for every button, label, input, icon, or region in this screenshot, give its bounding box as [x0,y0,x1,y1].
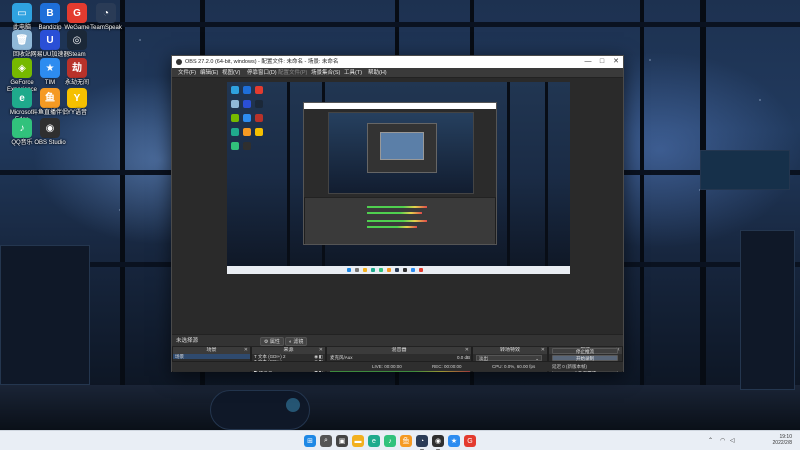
menu-item[interactable]: 编辑(E) [200,68,218,78]
geforce-icon: ◈ [12,58,32,78]
control-button[interactable]: 停止推流 [552,348,618,354]
menu-item[interactable]: 停靠窗口(D) [247,68,277,78]
clock[interactable]: 19:10 2022/2/8 [773,434,792,446]
desktop-shortcut-label: OBS Studio [34,140,66,146]
close-icon[interactable]: ✕ [244,347,248,354]
obs-icon: ◉ [40,118,60,138]
search-icon[interactable]: ⌕ [320,435,332,447]
wegame-icon[interactable]: G [464,435,476,447]
steam-icon: ◎ [67,30,87,50]
desktop-shortcut[interactable]: 劫永劫无间 [57,58,97,87]
dropped-frames: 延迟 0 (新版本帧) [552,364,587,369]
menu-item[interactable]: 工具(T) [344,68,362,78]
windows-start-icon[interactable]: ⊞ [304,435,316,447]
cpu-fps: CPU: 0.0%, 60.00 fps [492,364,536,369]
scenes-dock-title: 场景 [206,347,217,353]
menu-item[interactable]: 帮助(H) [368,68,387,78]
qqmusic-icon: ♪ [12,118,32,138]
naraka-icon: 劫 [67,58,87,78]
recycle-bin-icon: 🗑 [12,30,32,50]
clock-date: 2022/2/8 [772,440,792,446]
desktop-shortcut[interactable]: ◎ Steam [57,30,97,59]
teamspeak-icon[interactable]: ◔ [416,435,428,450]
close-icon[interactable]: ✕ [541,347,545,354]
network-icon[interactable]: ◠ [720,437,725,444]
preview-canvas[interactable] [227,82,570,274]
desktop-shortcut-label: 永劫无间 [64,80,89,86]
menu-item[interactable]: 配置文件(P) [278,68,307,78]
mixer-dock-title: 混音器 [391,347,407,353]
rec-timer: REC: 00:00:00 [432,364,462,369]
obs-icon [176,59,182,65]
no-source-selected-label: 未选择源 [176,338,199,344]
computer-icon: ▭ [12,3,32,23]
scene-list[interactable]: 场景 [173,354,250,359]
file-explorer-icon[interactable]: ▬ [352,435,364,447]
douyu-icon[interactable]: 鱼 [400,435,412,447]
live-timer: LIVE: 00:00:00 [372,364,402,369]
obs-window[interactable]: OBS 27.2.0 (64-bit, windows) - 配置文件: 未命名… [171,55,624,372]
yy-icon: Y [67,88,87,108]
desktop-shortcut[interactable]: ◉ OBS Studio [30,118,70,147]
qqmusic-icon[interactable]: ♪ [384,435,396,447]
close-icon[interactable]: ✕ [319,347,323,354]
status-bar: LIVE: 00:00:00 REC: 00:00:00 CPU: 0.0%, … [172,361,623,371]
filters-button[interactable]: ◐ 滤镜 [285,337,308,346]
obs-icon[interactable]: ◉ [432,435,444,450]
sources-dock-title: 来源 [283,347,294,353]
desktop-shortcut-label: YY语音 [66,110,87,116]
channel-db: 0.0 dB [456,355,470,360]
window-title: OBS 27.2.0 (64-bit, windows) - 配置文件: 未命名… [185,59,339,65]
obs-titlebar[interactable]: OBS 27.2.0 (64-bit, windows) - 配置文件: 未命名… [172,56,623,68]
edge-icon: e [12,88,32,108]
volume-icon[interactable]: ◁ [730,437,735,444]
windows-taskbar: ⊞ ⌕ ▣ ▬ e ♪ 鱼 ◔ ◉ ★ G ⌃ ◠ ◁ 19:10 2022/2/8 [0,430,800,450]
properties-button[interactable]: ⚙ 属性 [260,337,284,346]
desktop-shortcut[interactable]: Y YY语音 [57,88,97,117]
teamspeak-icon: ◔ [96,3,116,23]
menu-item[interactable]: 视图(V) [222,68,240,78]
transitions-dock-title: 转场特效 [499,347,520,353]
close-button[interactable]: ✕ [609,56,623,68]
menu-bar: 文件(F) 编辑(E) 视图(V) 停靠窗口(D) 配置文件(P) 场景集合(S) 工具(T… [172,68,623,78]
close-icon[interactable]: ✕ [465,347,469,354]
chevron-up-icon[interactable]: ⌃ [708,437,713,444]
desktop-shortcut[interactable]: ◔ TeamSpeak [86,3,126,32]
source-toolbar: 未选择源 ⚙ 属性 ◐ 滤镜 [172,334,623,347]
minimize-button[interactable]: — [581,56,595,68]
scene-item[interactable]: 场景 [173,354,250,359]
task-view-icon[interactable]: ▣ [336,435,348,447]
wegame-icon: G [67,3,87,23]
system-tray: ⌃ ◠ ◁ 19:10 2022/2/8 [700,431,800,450]
tim-icon[interactable]: ★ [448,435,460,447]
maximize-button[interactable]: □ [595,56,609,68]
preview-area[interactable] [172,78,623,334]
menu-item[interactable]: 场景集合(S) [311,68,340,78]
menu-item[interactable]: 文件(F) [178,68,196,78]
edge-icon[interactable]: e [368,435,380,447]
